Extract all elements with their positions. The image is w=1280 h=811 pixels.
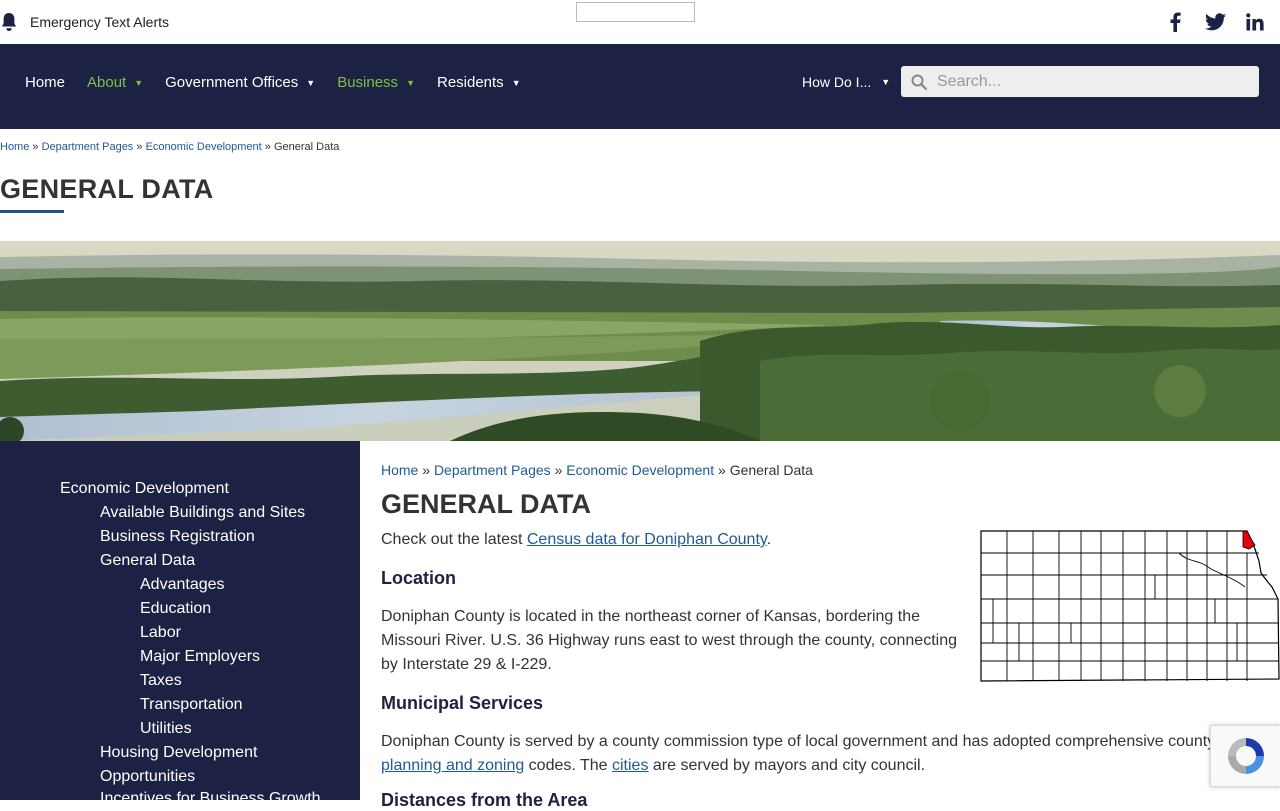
- facebook-icon[interactable]: [1164, 11, 1186, 33]
- breadcrumb-separator: »: [264, 141, 271, 153]
- census-suffix: .: [766, 531, 772, 548]
- sidebar-item-utilities[interactable]: Utilities: [140, 720, 192, 738]
- hero-landscape-image: [0, 241, 1280, 441]
- breadcrumb-separator: »: [136, 141, 143, 153]
- municipal-line-2: planning and zoning codes. The cities ar…: [381, 754, 1280, 778]
- emergency-alerts-link[interactable]: Emergency Text Alerts: [0, 12, 169, 32]
- sidebar-item-transportation[interactable]: Transportation: [140, 696, 243, 714]
- census-data-link[interactable]: Census data for Doniphan County: [527, 531, 767, 548]
- caret-down-icon: ▼: [406, 77, 415, 88]
- main-content: Home » Department Pages » Economic Devel…: [360, 441, 1280, 810]
- sidebar-item-incentives[interactable]: Incentives for Business Growth: [100, 790, 321, 808]
- nav-item-about[interactable]: About ▼: [87, 74, 143, 91]
- breadcrumb-separator: »: [32, 141, 39, 153]
- title-underline: [0, 210, 64, 213]
- census-text: Check out the latest Census data for Don…: [381, 531, 771, 549]
- sidebar-item-education[interactable]: Education: [140, 600, 211, 618]
- nav-menu: Home About ▼ Government Offices ▼ Busine…: [25, 74, 543, 91]
- nav-item-residents[interactable]: Residents ▼: [437, 74, 521, 91]
- municipal-text-mid: codes. The: [524, 757, 612, 774]
- breadcrumb-link-department-pages[interactable]: Department Pages: [434, 462, 551, 478]
- search-box: [901, 66, 1259, 97]
- sidebar-item-major-employers[interactable]: Major Employers: [140, 648, 260, 666]
- twitter-icon[interactable]: [1204, 11, 1226, 33]
- sidebar-navigation: Economic Development Available Buildings…: [0, 441, 360, 807]
- nav-item-business[interactable]: Business ▼: [337, 74, 415, 91]
- linkedin-icon[interactable]: [1244, 11, 1266, 33]
- recaptcha-icon: [1227, 738, 1264, 774]
- top-bar: Emergency Text Alerts: [0, 0, 1280, 44]
- sidebar-item-economic-development[interactable]: Economic Development: [60, 480, 229, 498]
- kansas-county-map: [980, 530, 1280, 682]
- search-input[interactable]: [937, 72, 1237, 91]
- main-navigation: Home About ▼ Government Offices ▼ Busine…: [0, 44, 1280, 129]
- sidebar-item-business-registration[interactable]: Business Registration: [100, 528, 255, 546]
- recaptcha-badge[interactable]: [1210, 725, 1280, 787]
- how-do-i-menu[interactable]: How Do I... ▼: [802, 74, 890, 90]
- nav-item-label: Business: [337, 74, 399, 91]
- sidebar-item-opportunities[interactable]: Opportunities: [100, 768, 195, 786]
- location-line: Doniphan County is located in the northe…: [381, 608, 920, 625]
- breadcrumb-current: General Data: [273, 141, 340, 153]
- cities-link[interactable]: cities: [612, 757, 648, 774]
- nav-item-label: Residents: [436, 74, 504, 91]
- breadcrumb-link-home[interactable]: Home: [0, 141, 29, 153]
- sidebar-item-taxes[interactable]: Taxes: [140, 672, 182, 690]
- sidebar-item-labor[interactable]: Labor: [140, 624, 181, 642]
- location-heading: Location: [381, 568, 456, 588]
- census-prefix: Check out the latest: [381, 531, 527, 548]
- content-title: GENERAL DATA: [381, 489, 592, 519]
- how-do-i-label: How Do I...: [802, 74, 872, 90]
- page-title: GENERAL DATA: [0, 174, 214, 204]
- nav-item-label: Government Offices: [165, 74, 299, 91]
- sidebar-item-advantages[interactable]: Advantages: [140, 576, 225, 594]
- municipal-services-heading: Municipal Services: [381, 693, 544, 713]
- nav-item-government-offices[interactable]: Government Offices ▼: [165, 74, 315, 91]
- content-breadcrumb: Home » Department Pages » Economic Devel…: [381, 462, 813, 478]
- bell-icon: [1, 13, 17, 31]
- breadcrumb-current: General Data: [729, 462, 813, 478]
- planning-zoning-link[interactable]: planning and zoning: [381, 757, 524, 774]
- nav-item-home[interactable]: Home: [25, 74, 65, 91]
- location-paragraph: Doniphan County is located in the northe…: [381, 605, 971, 677]
- caret-down-icon: ▼: [511, 77, 521, 88]
- distances-heading: Distances from the Area: [381, 790, 588, 810]
- caret-down-icon: ▼: [881, 77, 891, 87]
- sidebar-item-general-data[interactable]: General Data: [100, 552, 195, 570]
- nav-item-label: Home: [25, 74, 66, 91]
- nav-item-label: About: [87, 74, 127, 91]
- breadcrumb-separator: »: [718, 462, 726, 478]
- municipal-paragraph: Doniphan County is served by a county co…: [381, 730, 1280, 778]
- location-line: by Interstate 29 & I-229.: [381, 656, 552, 673]
- municipal-text-end: are served by mayors and city council.: [648, 757, 926, 774]
- breadcrumb-separator: »: [554, 462, 563, 478]
- location-line: Missouri River. U.S. 36 Highway runs eas…: [381, 632, 957, 649]
- sidebar-item-available-buildings[interactable]: Available Buildings and Sites: [100, 504, 305, 522]
- breadcrumb-link-economic-development[interactable]: Economic Development: [566, 462, 714, 478]
- emergency-alerts-label: Emergency Text Alerts: [30, 14, 170, 30]
- site-logo[interactable]: [576, 2, 695, 22]
- municipal-line: Doniphan County is served by a county co…: [381, 733, 1216, 750]
- breadcrumb-separator: »: [422, 462, 431, 478]
- social-links: [1164, 11, 1266, 33]
- caret-down-icon: ▼: [306, 77, 316, 88]
- sidebar-item-housing-development[interactable]: Housing Development: [100, 744, 257, 762]
- breadcrumb-link-department-pages[interactable]: Department Pages: [42, 141, 134, 153]
- caret-down-icon: ▼: [134, 77, 144, 88]
- breadcrumb-link-economic-development[interactable]: Economic Development: [146, 141, 262, 153]
- search-icon[interactable]: [911, 74, 927, 90]
- breadcrumb: Home » Department Pages » Economic Devel…: [0, 141, 339, 153]
- breadcrumb-link-home[interactable]: Home: [381, 462, 418, 478]
